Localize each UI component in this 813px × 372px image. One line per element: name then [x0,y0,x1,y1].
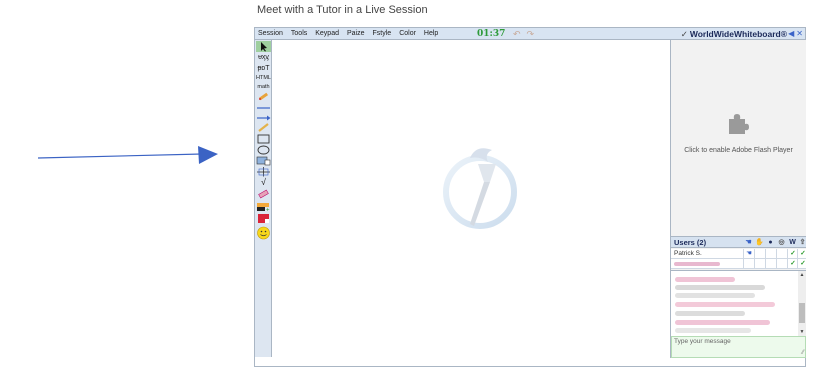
mic-icon[interactable]: ● [765,237,776,247]
graph-icon[interactable] [256,166,271,177]
user-hand-icon[interactable]: ☚ [743,249,754,259]
eraser-icon[interactable] [256,189,271,200]
chat-log[interactable]: ▲ ▼ [671,270,806,336]
resize-grip-icon[interactable]: ⁄⁄ [802,350,804,356]
text-icon[interactable]: ᵾᶍᶌ [256,52,271,63]
side-panel: Click to enable Adobe Flash Player Users… [670,40,806,358]
pencil-icon[interactable] [256,91,271,102]
brand-name: WorldWideWhiteboard [689,29,781,39]
chat-scrollbar[interactable]: ▲ ▼ [798,271,806,336]
menu-paize[interactable]: Paize [343,30,369,37]
brand-logo: ✓ WorldWideWhiteboard® [681,28,787,40]
flash-player-prompt[interactable]: Click to enable Adobe Flash Player [671,147,806,154]
menu-help[interactable]: Help [420,30,442,37]
speaker-icon[interactable]: ◀ [788,29,794,38]
brand-icons: ◀ ✕ [788,28,803,40]
hand-icon[interactable]: ☚ [743,237,754,247]
webcam-icon[interactable]: ◎ [776,237,787,247]
blurred-chat-line [675,311,745,316]
brand-check-icon: ✓ [680,29,688,39]
scroll-up-icon[interactable]: ▲ [798,271,806,279]
whiteboard-app: Session Tools Keypad Paize Fstyle Color … [254,27,806,367]
blurred-chat-line [675,293,755,298]
redo-icon[interactable]: ↷ [527,29,535,39]
hand-raised-icon[interactable]: ✋ [754,237,765,247]
blurred-chat-line [675,285,765,290]
blurred-chat-line [675,302,775,307]
user-export-check[interactable]: ✓ [797,249,808,259]
menu-session[interactable]: Session [255,30,287,37]
user-row[interactable]: Patrick S. ☚ ✓ ✓ [671,249,806,259]
menubar: Session Tools Keypad Paize Fstyle Color … [255,28,805,40]
blurred-chat-line [675,328,751,333]
close-icon[interactable]: ✕ [796,29,803,38]
puzzle-plugin-icon [729,114,749,134]
rectangle-icon[interactable] [256,133,271,144]
menu-tools[interactable]: Tools [287,30,311,37]
user-export-check[interactable]: ✓ [797,259,808,269]
scroll-down-icon[interactable]: ▼ [798,328,806,336]
svg-text:+: + [266,208,270,213]
whiteboard-canvas[interactable] [272,40,670,357]
menu-fstyle[interactable]: Fstyle [369,30,396,37]
user-row[interactable]: ✓ ✓ [671,259,806,269]
user-name: Patrick S. [674,250,702,257]
smiley-icon[interactable] [256,226,271,240]
arrow-pointer-icon[interactable] [256,41,271,52]
ellipse-icon[interactable] [256,144,271,155]
image-icon[interactable] [256,155,271,166]
sqrt-icon[interactable]: √ [256,177,271,188]
brand-mark: ® [780,29,787,39]
session-timer: 01:37 [477,29,506,39]
tool-palette: ᵾᶍᶌ ᵽᴅT HTML math √ + [255,40,272,357]
torch-logo-watermark [443,148,517,229]
menu-keypad[interactable]: Keypad [311,30,343,37]
menu-color[interactable]: Color [395,30,420,37]
undo-redo-group: ↶ ↷ [513,29,534,39]
export-icon[interactable]: ⇪ [797,237,808,247]
users-title: Users (2) [674,238,707,247]
pointer-arrow-annotation [38,146,218,164]
remove-page-icon[interactable] [256,213,271,224]
blurred-chat-line [675,320,770,325]
undo-icon[interactable]: ↶ [513,29,521,39]
users-header: Users (2) ☚ ✋ ● ◎ W ⇪ [671,236,806,248]
highlighter-icon[interactable] [256,122,271,133]
add-page-icon[interactable]: + [256,201,271,212]
blurred-user-name [674,262,720,266]
chat-message-input[interactable] [671,336,806,358]
blurred-chat-line [675,277,735,282]
flash-video-area[interactable]: Click to enable Adobe Flash Player [671,40,806,225]
page-heading: Meet with a Tutor in a Live Session [257,4,428,16]
scroll-thumb[interactable] [799,303,805,323]
